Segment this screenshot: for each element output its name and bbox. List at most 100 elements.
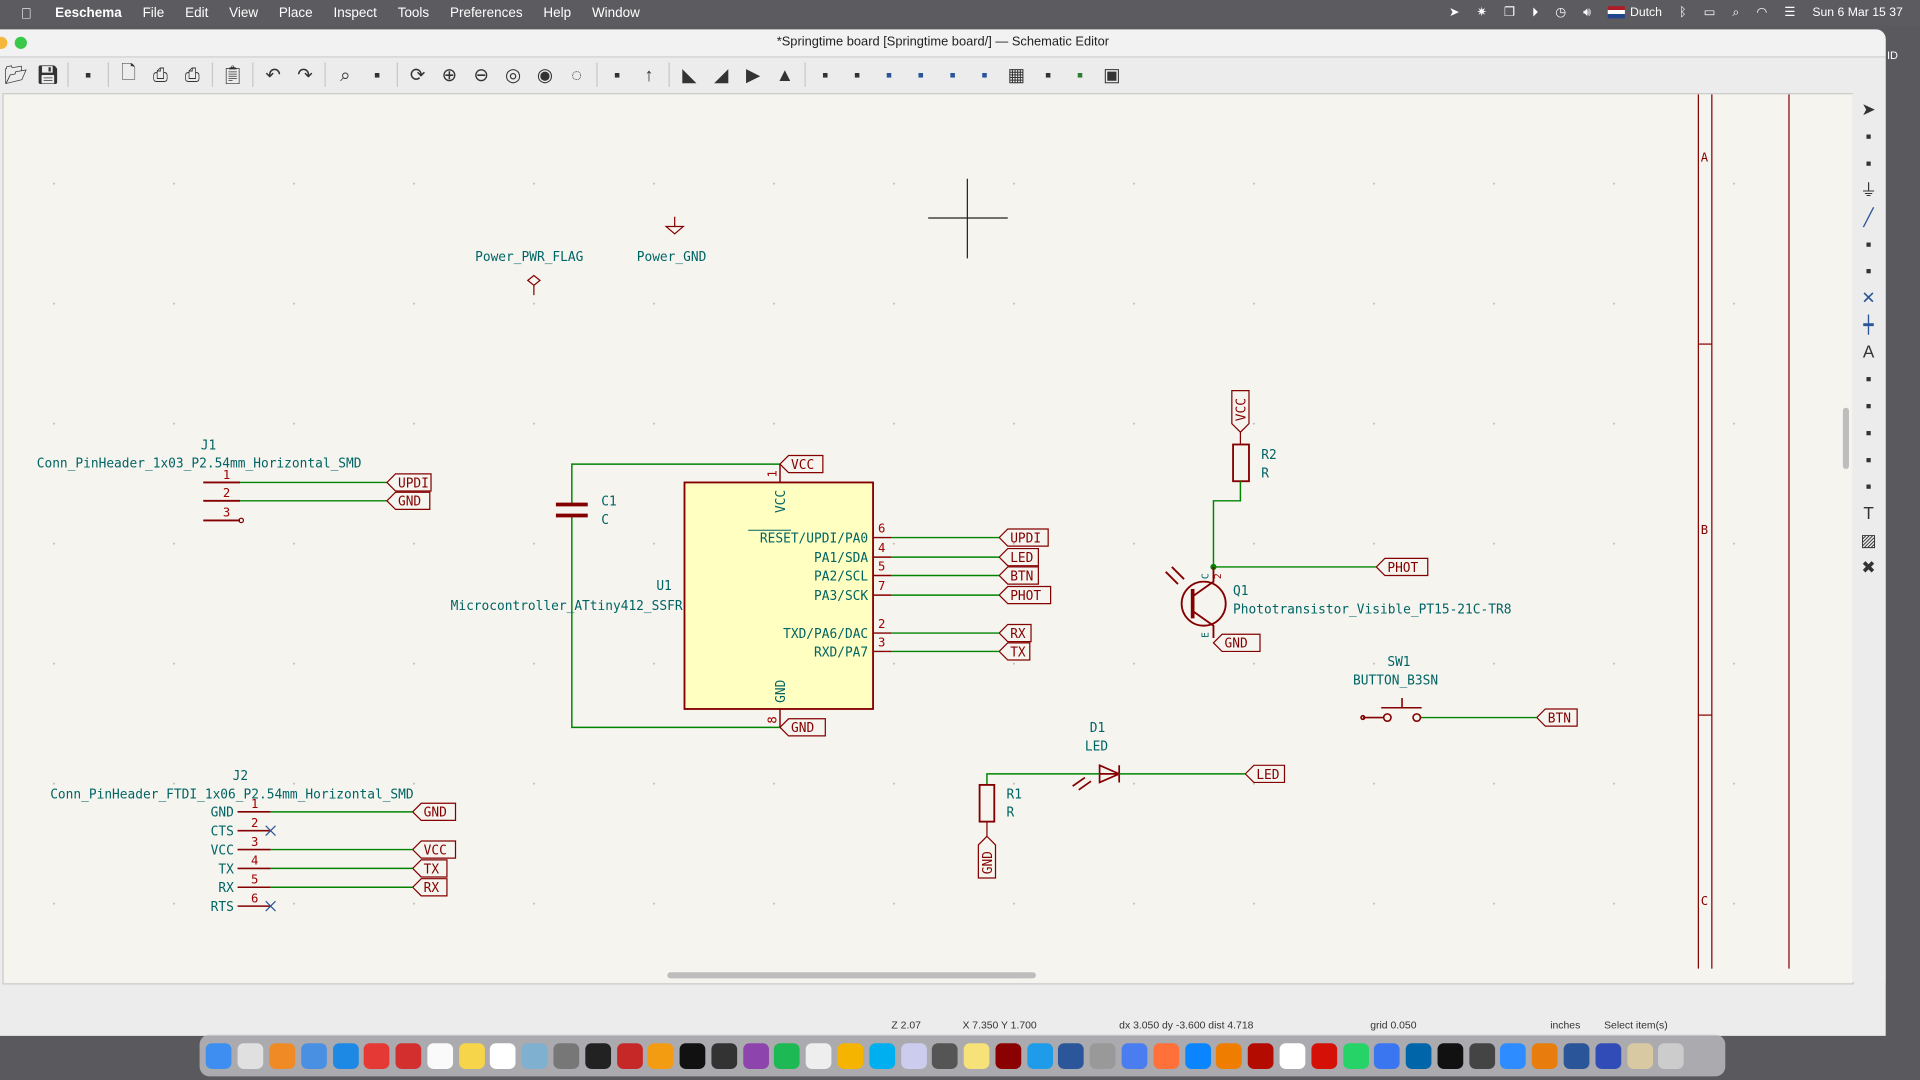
zoom-objects-icon[interactable]: ◉ — [531, 61, 558, 88]
dock-xcode-tool-icon[interactable] — [900, 1042, 927, 1069]
mirror-h-icon[interactable]: ▲ — [771, 61, 798, 88]
zoom-out-icon[interactable]: ⊖ — [468, 61, 495, 88]
mirror-v-icon[interactable]: ▶ — [740, 61, 767, 88]
bom-icon[interactable]: ▦ — [1003, 61, 1030, 88]
battery-icon[interactable]: ▭ — [1704, 6, 1716, 19]
graphic-line-icon[interactable]: ▪ — [1855, 475, 1882, 497]
dock-mail-icon[interactable] — [300, 1042, 327, 1069]
erc-icon[interactable]: ▪ — [939, 61, 966, 88]
paste-icon[interactable]: 📋︎ — [219, 61, 246, 88]
dock-notes-icon[interactable] — [458, 1042, 485, 1069]
dock-bbedit-icon[interactable] — [995, 1042, 1022, 1069]
wifi-icon[interactable]: ◠ — [1756, 6, 1767, 19]
dock-calendar-icon[interactable] — [490, 1042, 517, 1069]
dock-acrobat-icon[interactable] — [1247, 1042, 1274, 1069]
menu-tools[interactable]: Tools — [398, 6, 429, 21]
add-image-icon[interactable]: ▨ — [1855, 529, 1882, 551]
symbol-browser-icon[interactable]: ▪ — [844, 61, 871, 88]
spotlight-icon[interactable]: ⌕ — [1732, 6, 1739, 19]
dock-system-monitor-icon[interactable] — [1468, 1042, 1495, 1069]
bus-entry-icon[interactable]: ▪ — [1855, 260, 1882, 282]
menu-preferences[interactable]: Preferences — [450, 6, 523, 21]
volume-icon[interactable]: 🔊︎ — [1583, 6, 1591, 19]
menu-view[interactable]: View — [229, 6, 258, 21]
plot-icon[interactable]: ⎙ — [179, 61, 206, 88]
menu-app-name[interactable]: Eeschema — [55, 6, 122, 21]
rotate-cw-icon[interactable]: ◢ — [708, 61, 735, 88]
menu-place[interactable]: Place — [279, 6, 313, 21]
dock-flow-icon[interactable] — [1026, 1042, 1053, 1069]
dock-bear-icon[interactable] — [616, 1042, 643, 1069]
footprint-editor-icon[interactable]: ▪ — [876, 61, 903, 88]
print-icon[interactable]: ⎙ — [147, 61, 174, 88]
dock-blender-icon[interactable] — [1532, 1042, 1558, 1069]
dock-vscode-icon[interactable] — [1405, 1042, 1432, 1069]
no-connect-icon[interactable]: ✕ — [1855, 287, 1882, 309]
dock-trash-icon[interactable] — [1658, 1042, 1685, 1069]
location-icon[interactable]: ➤ — [1449, 6, 1459, 19]
menu-window[interactable]: Window — [592, 6, 640, 21]
leave-sheet-icon[interactable]: ↑ — [636, 61, 663, 88]
bluetooth-icon[interactable]: ᛒ — [1679, 6, 1686, 19]
dock-utility-icon[interactable] — [932, 1042, 958, 1069]
dock-skype-icon[interactable] — [869, 1042, 895, 1069]
dock-edge-icon[interactable] — [1184, 1042, 1211, 1069]
dock-terminal-app-icon[interactable] — [585, 1042, 611, 1069]
dock-vivaldi-icon[interactable] — [395, 1042, 422, 1069]
dock-settings-icon[interactable] — [1563, 1042, 1590, 1069]
schematic-setup-icon[interactable]: ▪ — [75, 61, 102, 88]
global-label-icon[interactable]: ▪ — [1855, 367, 1882, 389]
dock-signal-icon[interactable] — [1374, 1042, 1400, 1069]
vertical-scrollbar[interactable] — [1842, 407, 1849, 469]
page-settings-icon[interactable]: 🗋 — [115, 61, 142, 88]
zoom-selection-icon[interactable]: ◌ — [563, 61, 590, 88]
dock-zoom-icon[interactable] — [1500, 1042, 1527, 1069]
dock-whatsapp-icon[interactable] — [1342, 1042, 1369, 1069]
dock-preview-icon[interactable] — [521, 1042, 548, 1069]
hierarchical-label-icon[interactable]: ▪ — [1855, 394, 1882, 416]
scripting-console-icon[interactable]: ▣ — [1098, 61, 1125, 88]
zoom-fit-icon[interactable]: ◎ — [500, 61, 527, 88]
zoom-in-icon[interactable]: ⊕ — [436, 61, 463, 88]
dock-chrome-icon[interactable] — [364, 1042, 390, 1069]
save-icon[interactable]: 💾︎ — [34, 61, 61, 88]
rotate-ccw-icon[interactable]: ◣ — [676, 61, 703, 88]
dock-photos-icon[interactable] — [837, 1042, 864, 1069]
clock[interactable]: Sun 6 Mar 15 37 — [1812, 6, 1903, 19]
dock-scrivener-icon[interactable] — [806, 1042, 832, 1069]
assign-footprints-icon[interactable]: ▪ — [971, 61, 998, 88]
find-replace-icon[interactable]: ▪ — [364, 61, 391, 88]
dock-ia-writer-icon[interactable] — [679, 1042, 706, 1069]
add-sheet-icon[interactable]: ▪ — [1855, 421, 1882, 443]
dock-word-icon[interactable] — [1058, 1042, 1085, 1069]
play-icon[interactable]: ⏵ — [1532, 6, 1538, 19]
tool-icon[interactable]: ✷ — [1476, 6, 1486, 19]
open-icon[interactable]: 📂︎ — [2, 61, 29, 88]
dock-vlc-icon[interactable] — [269, 1042, 296, 1069]
delete-icon[interactable]: ✖ — [1855, 556, 1882, 578]
dock-safari-icon[interactable] — [332, 1042, 359, 1069]
net-label-icon[interactable]: A — [1855, 340, 1882, 362]
symbol-editor-icon[interactable]: ▪ — [812, 61, 839, 88]
horizontal-scrollbar[interactable] — [667, 972, 1036, 979]
add-symbol-icon[interactable]: ▪ — [1855, 152, 1882, 174]
add-bus-icon[interactable]: ▪ — [1855, 233, 1882, 255]
menu-file[interactable]: File — [143, 6, 165, 21]
dock-news-icon[interactable] — [1121, 1042, 1148, 1069]
menu-help[interactable]: Help — [543, 6, 571, 21]
dock-spotify-icon[interactable] — [774, 1042, 801, 1069]
dock-podcasts-icon[interactable] — [742, 1042, 769, 1069]
dock-sketchup-icon[interactable] — [1090, 1042, 1116, 1069]
dock-pages-icon[interactable] — [648, 1042, 674, 1069]
add-text-icon[interactable]: T — [1855, 502, 1882, 524]
refresh-icon[interactable]: ⟳ — [404, 61, 431, 88]
dock-calculator-icon[interactable] — [553, 1042, 580, 1069]
dock-garageband-icon[interactable] — [711, 1042, 738, 1069]
undo-icon[interactable]: ↶ — [260, 61, 287, 88]
dock-finder-icon[interactable] — [206, 1042, 232, 1069]
redo-icon[interactable]: ↷ — [291, 61, 318, 88]
control-center-icon[interactable]: ☰ — [1784, 6, 1795, 19]
add-power-icon[interactable]: ⏚ — [1855, 179, 1882, 201]
hierarchy-navigator-icon[interactable]: ▪ — [604, 61, 631, 88]
dock-firefox-icon[interactable] — [1153, 1042, 1179, 1069]
